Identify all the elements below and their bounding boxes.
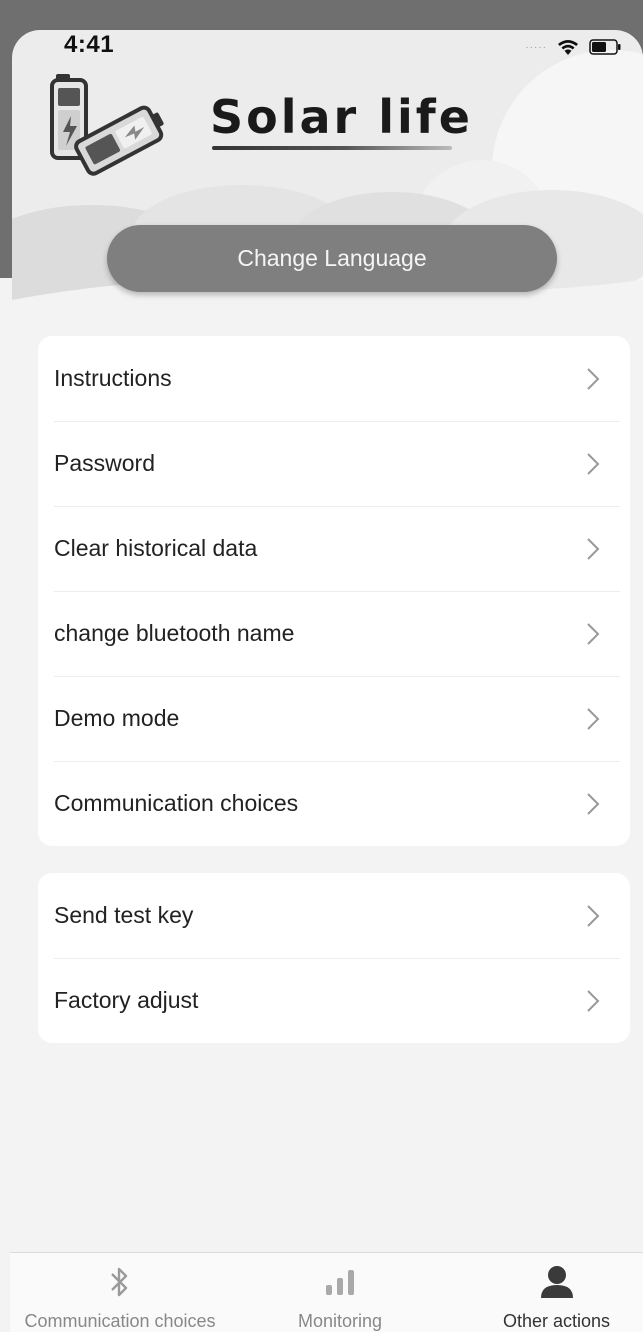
tab-label: Other actions — [502, 1311, 611, 1331]
chevron-right-icon — [587, 452, 600, 475]
menu-item-label: Clear historical data — [54, 535, 258, 561]
tab-icon-wrapper — [539, 1265, 575, 1299]
menu-item-label: Password — [54, 450, 155, 476]
tab-bar: Communication choices Monitoring Other a… — [10, 1252, 643, 1332]
menu-item-factory-adjust[interactable]: Factory adjust — [38, 958, 630, 1043]
chevron-right-icon — [587, 792, 600, 815]
tab-label: Communication choices — [24, 1311, 216, 1331]
menu-item-demo-mode[interactable]: Demo mode — [38, 676, 630, 761]
settings-card: Instructions Password Clear historical d… — [38, 336, 630, 846]
tab-communication-choices[interactable]: Communication choices — [10, 1253, 230, 1332]
bar-chart-icon — [326, 1270, 354, 1295]
status-icons: ····· — [525, 38, 621, 56]
brand-title: Solar life — [210, 90, 473, 144]
menu-item-label: change bluetooth name — [54, 620, 295, 646]
chevron-right-icon — [587, 707, 600, 730]
advanced-card: Send test key Factory adjust — [38, 873, 630, 1043]
menu-item-label: Instructions — [54, 365, 172, 391]
chevron-right-icon — [587, 989, 600, 1012]
menu-item-label: Demo mode — [54, 705, 180, 731]
battery-icon — [589, 39, 621, 55]
person-icon — [540, 1266, 573, 1298]
menu-item-label: Send test key — [54, 902, 194, 928]
signal-dots: ····· — [525, 41, 547, 53]
bluetooth-icon — [111, 1267, 128, 1297]
menu-item-label: Factory adjust — [54, 987, 199, 1013]
change-language-button[interactable]: Change Language — [107, 225, 557, 292]
tab-icon-wrapper — [108, 1265, 132, 1299]
menu-item-clear-historical-data[interactable]: Clear historical data — [38, 506, 630, 591]
menu-item-instructions[interactable]: Instructions — [38, 336, 630, 421]
brand-underline — [212, 146, 452, 150]
wifi-icon — [558, 40, 578, 55]
battery-charging-icon — [50, 74, 164, 176]
chevron-right-icon — [587, 622, 600, 645]
tab-icon-wrapper — [320, 1265, 360, 1299]
chevron-right-icon — [587, 367, 600, 390]
menu-item-communication-choices[interactable]: Communication choices — [38, 761, 630, 846]
chevron-right-icon — [587, 537, 600, 560]
menu-item-password[interactable]: Password — [38, 421, 630, 506]
tab-label: Monitoring — [297, 1311, 383, 1331]
tab-monitoring[interactable]: Monitoring — [250, 1253, 430, 1332]
menu-item-send-test-key[interactable]: Send test key — [38, 873, 630, 958]
tab-other-actions[interactable]: Other actions — [470, 1253, 643, 1332]
menu-item-label: Communication choices — [54, 790, 299, 816]
chevron-right-icon — [587, 904, 600, 927]
status-time: 4:41 — [64, 31, 115, 58]
menu-item-change-bluetooth-name[interactable]: change bluetooth name — [38, 591, 630, 676]
screen: 4:41 ····· Solar life Change Language In… — [0, 0, 643, 1332]
